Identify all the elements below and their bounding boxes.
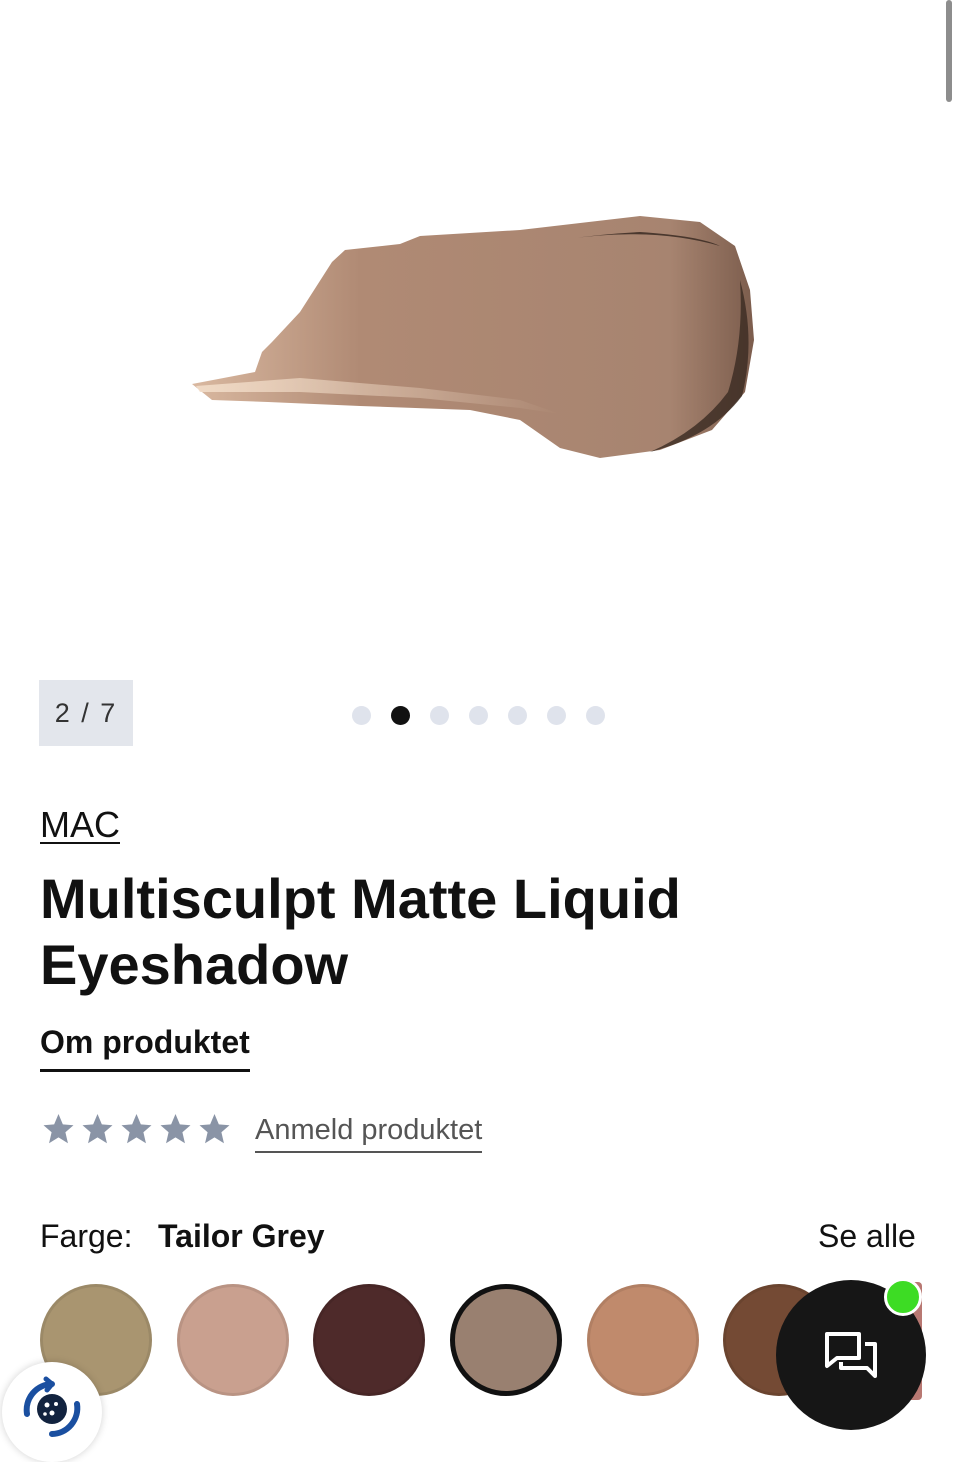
star-icon bbox=[121, 1114, 152, 1144]
product-title: Multisculpt Matte Liquid Eyeshadow bbox=[40, 867, 681, 996]
gallery-pagination bbox=[352, 706, 605, 725]
color-swatch[interactable] bbox=[177, 1284, 289, 1396]
cookie-settings-button[interactable] bbox=[2, 1362, 102, 1462]
chat-bubbles-icon bbox=[825, 1332, 877, 1378]
color-swatch-selected[interactable] bbox=[450, 1284, 562, 1396]
gallery-dot[interactable] bbox=[547, 706, 566, 725]
gallery-dot[interactable] bbox=[586, 706, 605, 725]
see-all-colors-link[interactable]: Se alle bbox=[818, 1218, 916, 1255]
online-status-badge bbox=[884, 1278, 922, 1316]
brand-link[interactable]: MAC bbox=[40, 804, 120, 846]
gallery-counter: 2 / 7 bbox=[39, 680, 133, 746]
rating-stars bbox=[40, 1111, 233, 1147]
gallery-dot[interactable] bbox=[508, 706, 527, 725]
tab-about-product[interactable]: Om produktet bbox=[40, 1024, 250, 1072]
gallery-dot[interactable] bbox=[430, 706, 449, 725]
eyeshadow-swatch-image bbox=[192, 216, 754, 458]
gallery-dot[interactable] bbox=[352, 706, 371, 725]
review-product-link[interactable]: Anmeld produktet bbox=[255, 1114, 483, 1153]
cookie-settings-icon bbox=[23, 1376, 81, 1437]
color-swatch[interactable] bbox=[587, 1284, 699, 1396]
star-icon bbox=[160, 1114, 191, 1144]
gallery-dot-active[interactable] bbox=[391, 706, 410, 725]
selected-color-name: Tailor Grey bbox=[158, 1218, 325, 1254]
star-icon bbox=[199, 1114, 230, 1144]
color-swatch[interactable] bbox=[313, 1284, 425, 1396]
color-label: Farge: bbox=[40, 1218, 133, 1254]
star-icon bbox=[82, 1114, 113, 1144]
gallery-dot[interactable] bbox=[469, 706, 488, 725]
product-image[interactable] bbox=[0, 0, 960, 660]
star-icon bbox=[43, 1114, 74, 1144]
